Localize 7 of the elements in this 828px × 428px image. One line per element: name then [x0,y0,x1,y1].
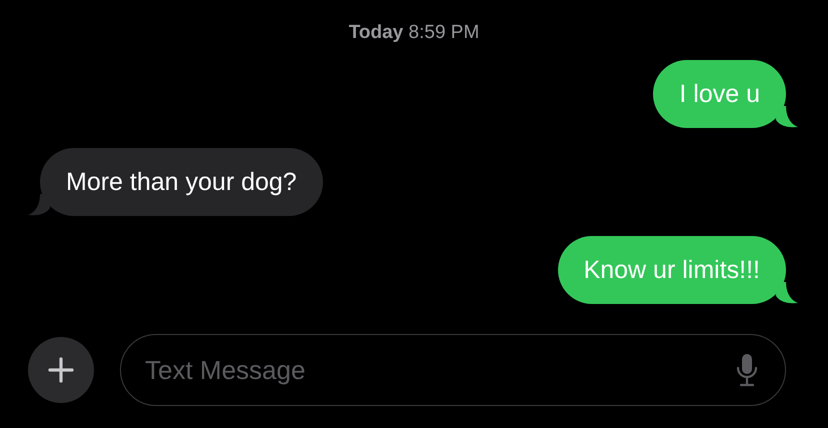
message-input-field[interactable]: Text Message [120,334,786,406]
microphone-icon[interactable] [736,353,758,387]
received-message-bubble: More than your dog? [40,148,323,216]
sent-message-bubble: Know ur limits!!! [558,236,786,304]
plus-icon [48,357,74,383]
sent-message-bubble: I love u [653,60,786,128]
timestamp: Today 8:59 PM [348,21,480,45]
